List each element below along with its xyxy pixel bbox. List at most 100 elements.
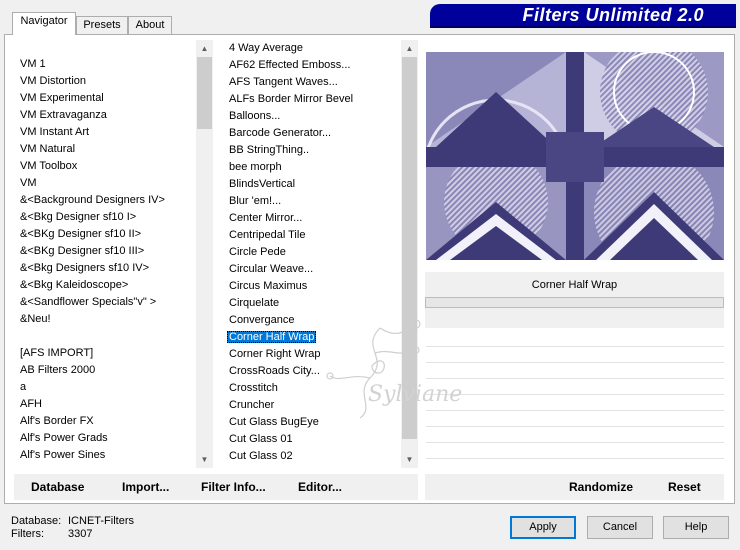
list-item-label: Cut Glass BugEye — [229, 416, 319, 428]
list-item[interactable]: &<BKg Designer sf10 II> — [18, 226, 143, 243]
list-item[interactable]: VM — [18, 175, 39, 192]
list-item[interactable]: &<Sandflower Specials"v" > — [18, 294, 158, 311]
randomize-button[interactable]: Randomize — [569, 480, 633, 494]
list-item[interactable]: AB Filters 2000 — [18, 362, 97, 379]
list-item-label: bee morph — [229, 161, 282, 173]
category-list[interactable]: VM 1 VM Distortion VM Experimental VM Extra… — [18, 40, 196, 468]
list-item[interactable]: VM Natural — [18, 141, 77, 158]
tab-presets[interactable]: Presets — [76, 16, 128, 34]
list-item[interactable]: VM 1 — [18, 56, 48, 73]
list-item[interactable]: Blur 'em!... — [227, 193, 283, 210]
list-item[interactable]: Cut Glass 02 — [227, 448, 295, 465]
list-item-label: ALFs Border Mirror Bevel — [229, 93, 354, 105]
list-item[interactable]: Cut Glass BugEye — [227, 414, 321, 431]
tab-navigator[interactable]: Navigator — [12, 12, 76, 35]
list-item[interactable]: AFH — [18, 396, 44, 413]
list-item-label: VM 1 — [20, 58, 46, 70]
list-item[interactable]: &Neu! — [18, 311, 53, 328]
list-item[interactable]: Barcode Generator... — [227, 125, 333, 142]
list-item[interactable]: AFS Tangent Waves... — [227, 74, 340, 91]
list-item[interactable]: &<Bkg Designers sf10 IV> — [18, 260, 151, 277]
list-item[interactable]: Circus Maximus — [227, 278, 309, 295]
database-button[interactable]: Database — [31, 480, 84, 494]
list-item[interactable]: &<Bkg Designer sf10 I> — [18, 209, 138, 226]
filter-preview — [426, 52, 724, 260]
list-item-label: &<BKg Designer sf10 II> — [20, 228, 142, 240]
list-item[interactable]: Cruncher — [227, 397, 276, 414]
status-filters-label: Filters: — [11, 528, 44, 540]
status-filters-value: 3307 — [68, 528, 93, 540]
list-item[interactable]: ALFs Border Mirror Bevel — [227, 91, 355, 108]
cancel-button[interactable]: Cancel — [587, 516, 653, 539]
list-item[interactable]: Corner Right Wrap — [227, 346, 323, 363]
list-item-label: Circular Weave... — [229, 263, 314, 275]
scroll-up-icon[interactable]: ▲ — [196, 40, 213, 57]
list-item[interactable]: VM Extravaganza — [18, 107, 109, 124]
list-item[interactable]: 4 Way Average — [227, 40, 305, 57]
list-item-label: VM Natural — [20, 143, 76, 155]
list-item-label: BB StringThing.. — [229, 144, 310, 156]
list-item[interactable]: VM Distortion — [18, 73, 88, 90]
list-item-label: Cruncher — [229, 399, 275, 411]
scroll-down-icon[interactable]: ▼ — [196, 451, 213, 468]
list-item[interactable]: [AFS IMPORT] — [18, 345, 95, 362]
import-button[interactable]: Import... — [122, 480, 169, 494]
list-item[interactable]: a — [18, 379, 28, 396]
list-item-label: CrossRoads City... — [229, 365, 320, 377]
list-item[interactable]: bee morph — [227, 159, 284, 176]
list-item[interactable]: Corner Half Wrap — [227, 329, 317, 346]
tab-about[interactable]: About — [128, 16, 172, 34]
param-divider — [426, 362, 724, 363]
list-item-label: [AFS IMPORT] — [20, 347, 94, 359]
category-scrollbar[interactable]: ▲ ▼ — [196, 40, 213, 468]
reset-button[interactable]: Reset — [668, 480, 701, 494]
filter-info-button[interactable]: Filter Info... — [201, 480, 266, 494]
preview-actions: Randomize Reset — [425, 474, 724, 500]
watermark-text: Sylviane — [368, 382, 463, 407]
scroll-up-icon[interactable]: ▲ — [401, 40, 418, 57]
param-divider — [426, 394, 724, 395]
editor-button[interactable]: Editor... — [298, 480, 342, 494]
list-item[interactable]: VM Instant Art — [18, 124, 91, 141]
list-item[interactable]: Alf's Border FX — [18, 413, 96, 430]
apply-button[interactable]: Apply — [510, 516, 576, 539]
list-item[interactable]: Cirquelate — [227, 295, 281, 312]
list-item[interactable]: &<BKg Designer sf10 III> — [18, 243, 146, 260]
list-item[interactable]: &<Background Designers IV> — [18, 192, 167, 209]
list-item[interactable]: Crosstitch — [227, 380, 280, 397]
list-item[interactable]: BlindsVertical — [227, 176, 297, 193]
scroll-thumb[interactable] — [197, 57, 212, 129]
list-item[interactable]: BB StringThing.. — [227, 142, 311, 159]
list-item[interactable]: Convergance — [227, 312, 296, 329]
list-item[interactable]: Circular Weave... — [227, 261, 315, 278]
list-item[interactable]: Cut Glass 01 — [227, 431, 295, 448]
param-divider — [426, 346, 724, 347]
list-item[interactable] — [18, 328, 22, 345]
list-item[interactable]: Circle Pede — [227, 244, 288, 261]
list-actions: Database Import... Filter Info... Editor… — [14, 474, 418, 500]
list-item[interactable]: AF62 Effected Emboss... — [227, 57, 352, 74]
list-item[interactable]: &<Bkg Kaleidoscope> — [18, 277, 130, 294]
list-item[interactable]: VM Toolbox — [18, 158, 79, 175]
list-item[interactable]: VM Experimental — [18, 90, 106, 107]
param-divider — [426, 426, 724, 427]
list-item-label: Convergance — [229, 314, 295, 326]
list-item-label: Alf's Power Grads — [20, 432, 108, 444]
list-item-label: &<Bkg Designers sf10 IV> — [20, 262, 150, 274]
list-item[interactable]: Balloons... — [227, 108, 282, 125]
list-item[interactable]: Centripedal Tile — [227, 227, 307, 244]
list-item-label: Cirquelate — [229, 297, 280, 309]
list-item-label: Barcode Generator... — [229, 127, 332, 139]
scroll-down-icon[interactable]: ▼ — [401, 451, 418, 468]
list-item-label: Circus Maximus — [229, 280, 308, 292]
list-item-label: &<Bkg Designer sf10 I> — [20, 211, 137, 223]
list-item[interactable]: Alf's Power Grads — [18, 430, 110, 447]
list-item[interactable]: CrossRoads City... — [227, 363, 322, 380]
list-item-label: Alf's Power Sines — [20, 449, 106, 461]
list-item[interactable]: Alf's Power Sines — [18, 447, 107, 464]
list-item-label: &<BKg Designer sf10 III> — [20, 245, 145, 257]
help-button[interactable]: Help — [663, 516, 729, 539]
list-item[interactable]: Center Mirror... — [227, 210, 304, 227]
list-item-label: VM Experimental — [20, 92, 104, 104]
list-item-label: &<Background Designers IV> — [20, 194, 165, 206]
